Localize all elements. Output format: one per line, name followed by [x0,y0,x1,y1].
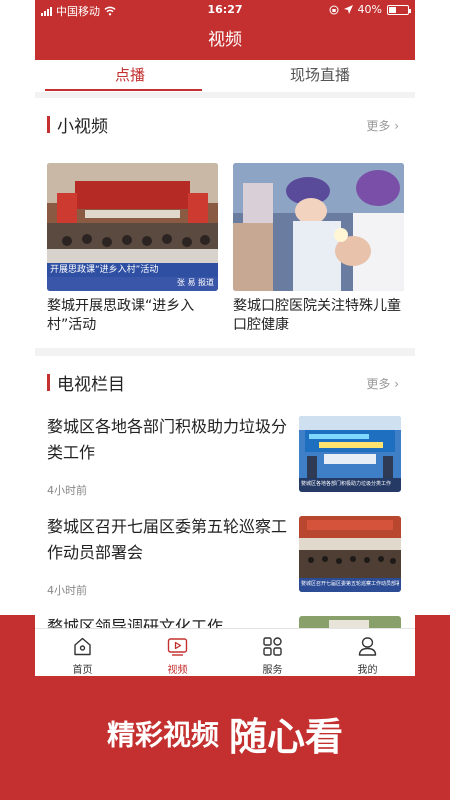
section-header: 小视频 更多 › [35,98,415,150]
battery-percent: 40% [357,3,382,16]
section-marker [47,374,50,391]
bottom-tab-bar: 首页 视频 服务 我的 [35,628,415,676]
section-title: 小视频 [57,117,108,137]
more-link[interactable]: 更多 › [366,375,399,392]
slogan-part-1: 精彩视频 [106,718,219,752]
user-icon [358,637,377,656]
list-item-thumbnail: 婺城区召开七届区委第五轮巡察工作动员部署会 [299,516,401,592]
slogan-part-2: 随心看 [229,715,344,759]
tab-services[interactable]: 服务 [225,629,320,676]
status-right: 40% [329,3,411,16]
section-marker [47,116,50,133]
list-item[interactable]: 婺城区各地各部门积极助力垃圾分类工作 4小时前 婺城区各地各部门积极助力垃圾分类… [35,406,415,504]
list-item-thumbnail: 婺城区各地各部门积极助力垃圾分类工作 [299,416,401,492]
list-item-time: 4小时前 [47,484,87,497]
tab-label: 服务 [262,665,283,676]
battery-icon [387,4,411,15]
list-item[interactable]: 婺城区召开七届区委第五轮巡察工作动员部署会 4小时前 婺城区召开七届区委第五轮巡… [35,506,415,604]
tab-mine[interactable]: 我的 [320,629,415,676]
home-icon [74,637,91,656]
promo-slogan: 精彩视频 随心看 [0,706,450,761]
tab-home[interactable]: 首页 [35,629,130,676]
tab-label: 我的 [357,665,378,676]
video-card[interactable]: 婺城口腔医院关注特殊儿童口腔健康 [233,163,404,335]
phone-screen: 中国移动 16:27 40% 视频 点播 现场直播 小视频 更多 › 开展思政课… [35,0,415,676]
tab-bar-top: 点播 现场直播 [35,60,415,92]
page-title: 视频 [35,20,415,60]
video-credit-overlay: 张 易 报道 [176,278,214,287]
tab-label: 视频 [167,665,188,676]
more-label: 更多 [366,119,391,133]
list-item-time: 4小时前 [47,584,87,597]
more-label: 更多 [366,377,391,391]
battery-fill [389,6,396,13]
list-item-title: 婺城区召开七届区委第五轮巡察工作动员部署会 [47,517,288,562]
dental-clinic-image [233,163,404,291]
list-item-title: 婺城区各地各部门积极助力垃圾分类工作 [47,417,288,462]
section-header: 电视栏目 更多 › [35,356,415,408]
thumbnail-caption: 婺城区召开七届区委第五轮巡察工作动员部署会 [301,581,399,587]
chevron-right-icon: › [394,119,399,133]
more-link[interactable]: 更多 › [366,117,399,134]
tab-on-demand[interactable]: 点播 [35,60,225,92]
short-videos-section: 小视频 更多 › 开展思政课“进乡入村”活动 张 易 报道 婺城开展思政课“进乡… [35,98,415,348]
thumbnail-caption: 婺城区各地各部门积极助力垃圾分类工作 [301,481,392,487]
video-title: 婺城开展思政课“进乡入村”活动 [47,298,195,333]
lock-rotation-icon [329,5,339,14]
tab-live[interactable]: 现场直播 [225,60,415,92]
video-icon [167,638,188,656]
video-thumbnail: 开展思政课“进乡入村”活动 张 易 报道 [47,163,218,291]
location-icon [343,5,353,14]
chevron-right-icon: › [394,377,399,391]
grid-icon [263,637,282,656]
section-title: 电视栏目 [57,375,125,395]
tab-active-indicator [45,89,202,91]
video-thumbnail [233,163,404,291]
video-title: 婺城口腔医院关注特殊儿童口腔健康 [233,298,401,333]
video-caption-overlay: 开展思政课“进乡入村”活动 [47,263,218,277]
tab-label: 首页 [72,665,93,676]
status-bar: 中国移动 16:27 40% [35,0,415,20]
tab-video[interactable]: 视频 [130,629,225,676]
video-card[interactable]: 开展思政课“进乡入村”活动 张 易 报道 婺城开展思政课“进乡入村”活动 [47,163,218,335]
